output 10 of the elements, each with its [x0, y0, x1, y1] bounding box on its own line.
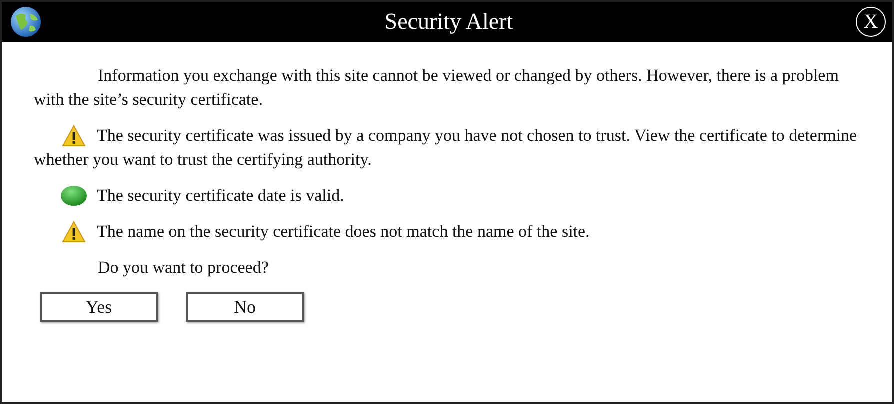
no-button[interactable]: No [186, 292, 304, 322]
message-text: The security certificate was issued by a company you have not chosen to trust. View the certificate to determine whether you want to trust the certifying authority. [34, 126, 858, 169]
message-text: The security certificate date is valid. [97, 186, 344, 205]
message-text: The name on the security certificate does not match the name of the site. [97, 222, 590, 241]
close-button[interactable]: X [856, 7, 886, 37]
window-title: Security Alert [384, 9, 514, 35]
question-text: Do you want to proceed? [97, 257, 270, 279]
yes-button[interactable]: Yes [40, 292, 158, 322]
intro-text: Information you exchange with this site cannot be viewed or changed by others. However, there is a problem with the site’s security certificate. [34, 65, 840, 111]
globe-icon [10, 6, 42, 38]
